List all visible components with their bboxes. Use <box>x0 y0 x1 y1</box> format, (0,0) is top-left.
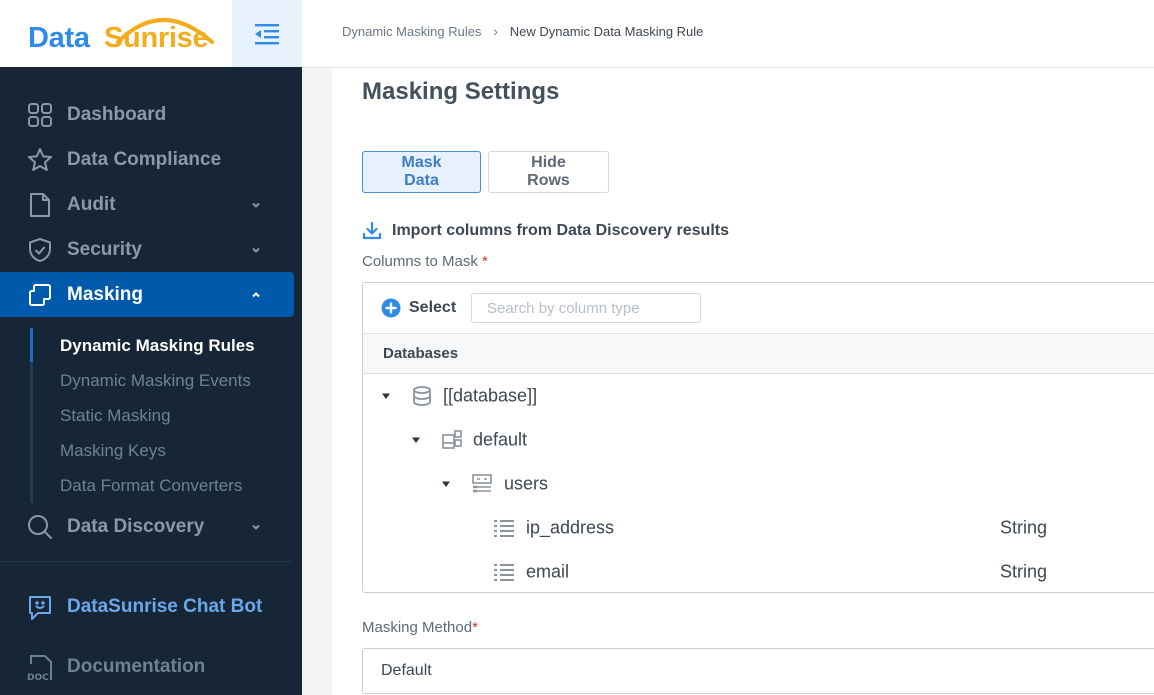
select-label: Select <box>409 299 457 316</box>
svg-text:DOC: DOC <box>27 673 49 682</box>
sidebar-item-masking[interactable]: Masking <box>0 272 294 317</box>
download-icon <box>362 221 382 240</box>
sidebar-subitem-dynamic-masking-rules[interactable]: Dynamic Masking Rules <box>60 336 255 356</box>
sidebar-item-label: Masking <box>67 283 144 305</box>
chevron-down-icon <box>252 202 260 208</box>
sidebar-divider <box>0 561 292 562</box>
main-content: Masking Settings Mask Data Hide Rows Imp… <box>332 68 1154 695</box>
sidebar-item-data-compliance[interactable]: Data Compliance <box>0 137 294 182</box>
documentation-label: Documentation <box>67 656 206 677</box>
schema-icon <box>442 430 462 449</box>
hide-rows-toggle[interactable]: Hide Rows <box>488 151 609 193</box>
tree-node-name: email <box>526 561 570 582</box>
column-type: String <box>1000 517 1048 538</box>
masking-icon <box>27 282 53 308</box>
tree-row-table[interactable]: users <box>363 462 1154 506</box>
sidebar-item-label: Audit <box>67 193 116 215</box>
tree-node-name: ip_address <box>526 517 615 538</box>
mask-data-toggle[interactable]: Mask Data <box>362 151 481 193</box>
sidebar-collapse-button[interactable] <box>232 0 302 67</box>
file-icon <box>27 192 53 218</box>
masking-method-label: Masking Method* <box>362 619 478 636</box>
submenu-active-indicator <box>30 328 33 362</box>
chatbot-icon <box>29 596 51 620</box>
sidebar-subitem-dynamic-masking-events[interactable]: Dynamic Masking Events <box>60 371 251 391</box>
column-type: String <box>1000 561 1048 582</box>
columns-toolbar: Select <box>363 283 1154 334</box>
indent-decrease-icon <box>255 23 279 44</box>
star-icon <box>27 147 53 173</box>
column-icon <box>494 564 514 581</box>
import-columns-label: Import columns from Data Discovery resul… <box>392 222 729 239</box>
sidebar: Dashboard Data Compliance Audit Security <box>0 67 302 695</box>
datasunrise-logo: Data Sunrise <box>28 6 228 60</box>
chevron-down-icon <box>252 247 260 253</box>
logo-text-data: Data <box>28 22 90 54</box>
tree-row-schema[interactable]: default <box>363 418 1154 462</box>
logo-text-sunrise: Sunrise <box>104 22 209 54</box>
shield-check-icon <box>27 237 53 263</box>
column-type-search-input[interactable] <box>471 293 701 323</box>
tree-node-name: [[database]] <box>443 385 538 406</box>
tree-node-name: default <box>473 429 528 450</box>
plus-circle-icon <box>381 298 401 318</box>
columns-to-mask-label: Columns to Mask * <box>362 253 488 270</box>
caret-down-icon[interactable] <box>411 435 421 445</box>
masking-method-select[interactable]: Default <box>362 648 1154 694</box>
sidebar-subitem-masking-keys[interactable]: Masking Keys <box>60 441 166 461</box>
mode-toggle-group: Mask Data Hide Rows <box>362 151 609 193</box>
chevron-down-icon <box>252 524 260 530</box>
caret-down-icon[interactable] <box>381 391 391 401</box>
chatbot-link[interactable]: DataSunrise Chat Bot <box>0 586 294 628</box>
tree-row-column[interactable]: ip_address String <box>363 506 1154 550</box>
sidebar-subitem-static-masking[interactable]: Static Masking <box>60 406 171 426</box>
databases-header-label: Databases <box>383 345 459 362</box>
masking-method-value: Default <box>381 662 432 679</box>
chevron-up-icon <box>252 291 260 297</box>
tree-node-name: users <box>504 473 549 494</box>
sidebar-item-data-discovery[interactable]: Data Discovery <box>0 504 294 549</box>
column-icon <box>494 520 514 537</box>
section-title: Masking Settings <box>362 78 560 105</box>
tree-row-column[interactable]: email String <box>363 550 1154 594</box>
caret-down-icon[interactable] <box>441 479 451 489</box>
select-columns-button[interactable]: Select <box>381 298 456 318</box>
content-gutter <box>302 68 332 695</box>
sidebar-item-dashboard[interactable]: Dashboard <box>0 92 294 137</box>
sidebar-subitem-data-format-converters[interactable]: Data Format Converters <box>60 476 242 496</box>
sidebar-item-label: Data Discovery <box>67 515 205 537</box>
table-icon <box>472 474 492 493</box>
tree-row-database[interactable]: [[database]] <box>363 374 1154 418</box>
import-columns-link[interactable]: Import columns from Data Discovery resul… <box>362 221 729 241</box>
breadcrumb: Dynamic Masking Rules › New Dynamic Data… <box>342 24 703 39</box>
databases-header: Databases <box>363 334 1154 374</box>
sidebar-item-label: Data Compliance <box>67 148 222 170</box>
documentation-link[interactable]: DOC Documentation <box>0 646 294 688</box>
required-mark: * <box>472 619 478 636</box>
masking-method-text: Masking Method <box>362 619 473 636</box>
logo-area: Data Sunrise <box>0 0 232 67</box>
search-icon <box>27 514 53 540</box>
top-bar: Dynamic Masking Rules › New Dynamic Data… <box>302 0 1154 68</box>
sidebar-item-security[interactable]: Security <box>0 227 294 272</box>
chatbot-label: DataSunrise Chat Bot <box>67 596 263 617</box>
columns-to-mask-text: Columns to Mask <box>362 253 478 270</box>
sidebar-item-label: Security <box>67 238 142 260</box>
breadcrumb-current: New Dynamic Data Masking Rule <box>509 24 704 39</box>
grid-icon <box>27 102 53 128</box>
sidebar-item-audit[interactable]: Audit <box>0 182 294 227</box>
database-icon <box>413 386 431 406</box>
sidebar-item-label: Dashboard <box>67 103 167 125</box>
breadcrumb-separator-icon: › <box>493 24 498 39</box>
documentation-icon: DOC <box>27 655 52 682</box>
required-mark: * <box>482 253 488 270</box>
columns-selector: Select Databases [[database]] default <box>362 282 1154 593</box>
breadcrumb-parent-link[interactable]: Dynamic Masking Rules <box>342 24 481 39</box>
